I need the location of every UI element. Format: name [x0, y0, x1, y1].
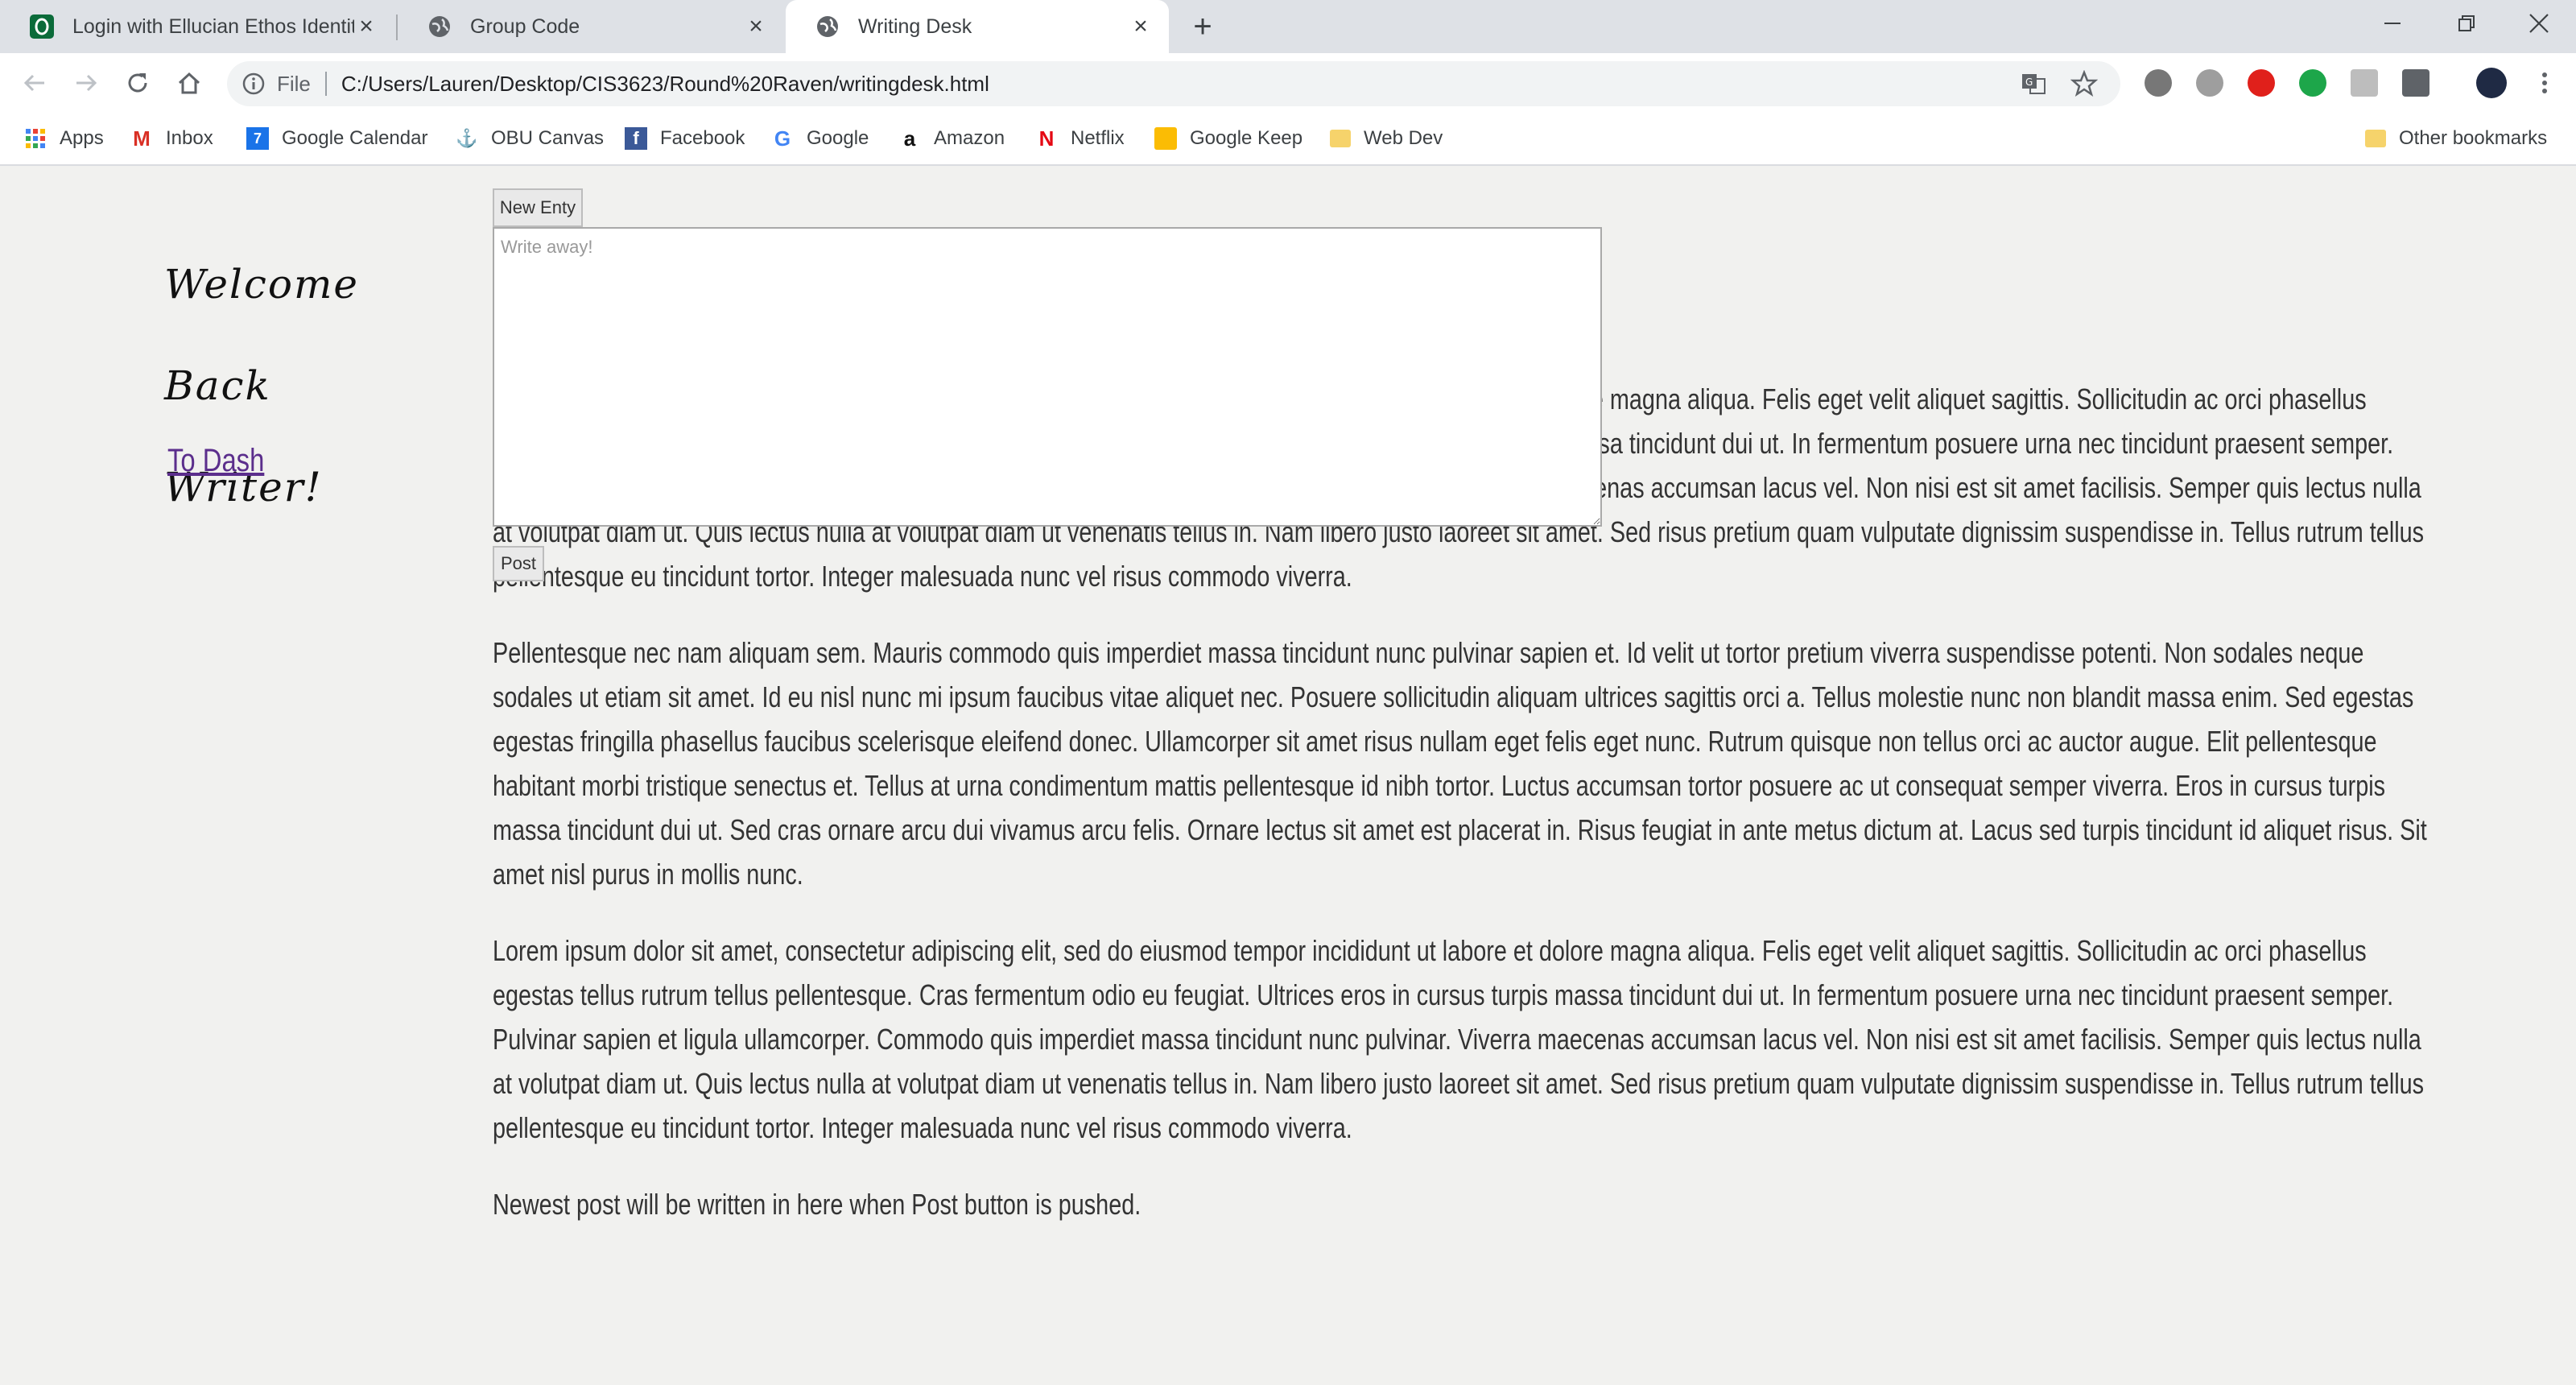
bookmark-amazon[interactable]: a Amazon: [898, 113, 1005, 164]
forward-arrow-icon: [76, 74, 97, 92]
bookmark-label: Google Calendar: [282, 127, 428, 149]
forward-button[interactable]: [69, 66, 103, 100]
bookmark-google[interactable]: G Google: [771, 113, 869, 164]
netflix-icon: N: [1038, 126, 1055, 151]
tab-title: Writing Desk: [858, 14, 972, 38]
tab-writing-desk[interactable]: Writing Desk ×: [786, 0, 1169, 53]
bookmark-label: Facebook: [660, 127, 745, 149]
star-icon: [2070, 70, 2098, 97]
post-paragraph: Lorem ipsum dolor sit amet, consectetur …: [493, 934, 2425, 1144]
tab-title: Group Code: [470, 14, 580, 38]
close-window-button[interactable]: [2502, 0, 2576, 47]
keep-icon: [1154, 127, 1177, 150]
gmail-icon: M: [133, 126, 151, 151]
bookmark-web-dev[interactable]: Web Dev: [1330, 113, 1443, 164]
bookmark-label: Inbox: [166, 127, 213, 149]
tab-group-code[interactable]: Group Code ×: [398, 0, 784, 53]
to-dash-link[interactable]: To Dash: [167, 443, 264, 479]
other-bookmarks[interactable]: Other bookmarks: [2365, 113, 2547, 164]
omnibox-divider: [324, 72, 327, 96]
bookmark-obu-canvas[interactable]: ⚓ OBU Canvas: [456, 113, 604, 164]
translate-button[interactable]: G: [2021, 61, 2046, 106]
w-extension-icon[interactable]: [2196, 69, 2223, 97]
bookmark-apps[interactable]: Apps: [24, 113, 104, 164]
svg-text:G: G: [2025, 76, 2033, 88]
green-extension-icon[interactable]: [2299, 69, 2326, 97]
calendar-icon: 7: [246, 127, 269, 150]
close-tab-icon[interactable]: ×: [1129, 14, 1153, 39]
bookmark-label: OBU Canvas: [491, 127, 605, 149]
bookmark-star-button[interactable]: [2070, 61, 2098, 106]
pinterest-icon[interactable]: [2145, 69, 2172, 97]
bookmarks-bar: Apps M Inbox 7 Google Calendar ⚓ OBU Can…: [0, 113, 2576, 166]
keep-extension-icon[interactable]: [2402, 69, 2429, 97]
reload-button[interactable]: [121, 66, 155, 100]
bookmark-label: Netflix: [1071, 127, 1125, 149]
info-icon[interactable]: [242, 72, 266, 96]
bookmark-label: Apps: [60, 127, 104, 149]
bookmark-google-keep[interactable]: Google Keep: [1154, 113, 1302, 164]
bookmark-label: Google: [807, 127, 869, 149]
address-bar[interactable]: File C:/Users/Lauren/Desktop/CIS3623/Rou…: [227, 61, 2120, 106]
tab-title: Login with Ellucian Ethos Identity: [72, 14, 354, 38]
welcome-line-1: Welcome Back: [164, 261, 360, 409]
close-tab-icon[interactable]: ×: [744, 14, 768, 39]
adblock-icon[interactable]: [2248, 69, 2275, 97]
bookmark-label: Google Keep: [1190, 127, 1303, 149]
close-icon: [2529, 14, 2549, 33]
amazon-icon: a: [903, 126, 916, 151]
back-button[interactable]: [18, 66, 52, 100]
facebook-icon: f: [625, 127, 647, 150]
home-button[interactable]: [172, 66, 206, 100]
entry-editor[interactable]: [493, 227, 1602, 527]
bookmark-google-calendar[interactable]: 7 Google Calendar: [246, 113, 427, 164]
url-scheme-label: File: [277, 71, 311, 96]
tab-ellucian-login[interactable]: Login with Ellucian Ethos Identity ×: [0, 0, 394, 53]
bookmark-inbox[interactable]: M Inbox: [130, 113, 213, 164]
bookmark-facebook[interactable]: f Facebook: [625, 113, 745, 164]
restore-icon: [2458, 15, 2475, 31]
bookmark-netflix[interactable]: N Netflix: [1035, 113, 1125, 164]
menu-button[interactable]: [2528, 66, 2562, 100]
folder-icon: [2365, 130, 2386, 147]
ellucian-icon: [29, 14, 55, 39]
kebab-menu-icon: [2542, 72, 2547, 93]
newest-post-placeholder: Newest post will be written in here when…: [493, 1188, 1141, 1221]
google-icon: G: [774, 126, 791, 151]
profile-avatar-icon[interactable]: [2476, 68, 2507, 98]
globe-icon: [427, 14, 452, 39]
post-button[interactable]: Post: [493, 546, 544, 581]
tab-strip: Login with Ellucian Ethos Identity × Gro…: [0, 0, 2576, 53]
globe-icon: [815, 14, 840, 39]
reload-icon: [128, 73, 147, 93]
page-viewport: Welcome Back Writer! To Dash Lorem ipsum…: [0, 166, 2576, 1385]
browser-toolbar: File C:/Users/Lauren/Desktop/CIS3623/Rou…: [0, 53, 2576, 113]
translate-icon: G: [2022, 74, 2046, 94]
bookmark-label: Amazon: [934, 127, 1005, 149]
url-text[interactable]: C:/Users/Lauren/Desktop/CIS3623/Round%20…: [341, 72, 989, 97]
restore-button[interactable]: [2429, 0, 2504, 47]
post-paragraph: Pellentesque nec nam aliquam sem. Mauris…: [493, 636, 2427, 891]
folder-icon: [1330, 130, 1351, 147]
home-icon: [178, 72, 200, 94]
welcome-heading: Welcome Back Writer!: [164, 234, 454, 538]
other-bookmarks-label: Other bookmarks: [2399, 127, 2548, 149]
apps-grid-icon: [24, 127, 47, 150]
close-tab-icon[interactable]: ×: [354, 14, 378, 39]
minimize-icon: [2384, 23, 2401, 24]
bookmark-label: Web Dev: [1364, 127, 1443, 149]
new-tab-button[interactable]: +: [1187, 10, 1219, 43]
canvas-icon: ⚓: [456, 128, 478, 148]
back-arrow-icon: [23, 74, 44, 92]
grey-extension-icon[interactable]: [2351, 69, 2378, 97]
new-entry-button[interactable]: New Enty: [493, 188, 583, 227]
minimize-button[interactable]: [2355, 0, 2429, 47]
